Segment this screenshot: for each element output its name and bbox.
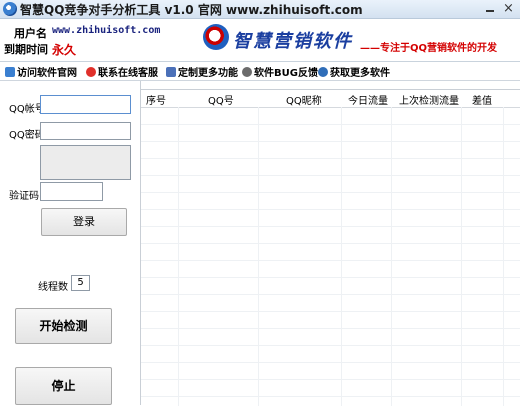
left-panel: QQ帐号 QQ密码 验证码 登录 线程数 5 开始检测 停止	[0, 81, 141, 405]
customize-icon	[166, 66, 176, 77]
grid-divider	[141, 209, 520, 210]
grid-divider	[141, 396, 520, 397]
toolbar-more-software[interactable]: 获取更多软件	[318, 64, 390, 79]
column-header[interactable]: 上次检测流量	[399, 92, 459, 107]
minimize-button[interactable]	[482, 2, 498, 16]
qq-account-input[interactable]	[40, 95, 131, 114]
toolbar-online-support[interactable]: 联系在线客服	[86, 64, 158, 79]
close-button[interactable]: ×	[500, 1, 517, 16]
logo-text: 智慧营销软件	[233, 31, 353, 52]
toolbar: 访问软件官网 联系在线客服 定制更多功能 软件BUG反馈 获取更多软件	[0, 62, 520, 81]
column-header[interactable]: 序号	[146, 92, 166, 107]
support-icon	[86, 66, 96, 77]
grid-divider	[141, 328, 520, 329]
grid-divider	[141, 311, 520, 312]
qq-password-input[interactable]	[40, 122, 131, 140]
tagline: ——专注于QQ营销软件的开发	[360, 43, 498, 54]
table-header: 序号 QQ号 QQ昵称 今日流量 上次检测流量 差值	[141, 90, 520, 108]
user-value: www.zhihuisoft.com	[52, 25, 161, 36]
bug-icon	[242, 66, 252, 77]
toolbar-item-label: 联系在线客服	[98, 68, 158, 79]
download-icon	[318, 66, 328, 77]
logo-icon	[203, 24, 229, 50]
user-label: 用户名	[14, 27, 47, 40]
grid-divider	[141, 175, 520, 176]
grid-divider	[141, 192, 520, 193]
toolbar-bug-report[interactable]: 软件BUG反馈	[242, 64, 318, 79]
toolbar-item-label: 软件BUG反馈	[254, 68, 318, 79]
expire-value: 永久	[52, 43, 77, 57]
captcha-input[interactable]	[40, 182, 103, 201]
start-detect-button[interactable]: 开始检测	[15, 308, 112, 344]
toolbar-item-label: 获取更多软件	[330, 68, 390, 79]
toolbar-visit-website[interactable]: 访问软件官网	[5, 64, 77, 79]
column-header[interactable]: QQ号	[208, 92, 234, 107]
expire-label: 到期时间	[4, 43, 48, 56]
grid-divider	[141, 345, 520, 346]
grid-divider	[141, 158, 520, 159]
grid-divider	[141, 226, 520, 227]
home-icon	[5, 66, 15, 77]
toolbar-customize[interactable]: 定制更多功能	[166, 64, 238, 79]
column-header[interactable]: QQ昵称	[286, 92, 322, 107]
grid-divider	[141, 277, 520, 278]
column-header[interactable]: 差值	[472, 92, 492, 107]
grid-divider	[141, 243, 520, 244]
grid-divider	[141, 260, 520, 261]
threads-input[interactable]: 5	[71, 275, 90, 291]
app-icon	[3, 2, 17, 16]
grid-divider	[141, 141, 520, 142]
grid-divider	[141, 124, 520, 125]
window-title: 智慧QQ竞争对手分析工具 v1.0 官网 www.zhihuisoft.com	[20, 3, 363, 17]
login-button[interactable]: 登录	[41, 208, 127, 236]
toolbar-item-label: 定制更多功能	[178, 68, 238, 79]
title-bar: 智慧QQ竞争对手分析工具 v1.0 官网 www.zhihuisoft.com …	[0, 0, 520, 19]
stop-button[interactable]: 停止	[15, 367, 112, 405]
toolbar-item-label: 访问软件官网	[17, 68, 77, 79]
grid-divider	[141, 294, 520, 295]
grid-divider	[141, 379, 520, 380]
column-header[interactable]: 今日流量	[348, 92, 388, 107]
captcha-label: 验证码	[9, 191, 39, 202]
captcha-image[interactable]	[40, 145, 131, 180]
header-banner: 用户名 www.zhihuisoft.com 到期时间 永久 智慧营销软件 ——…	[0, 19, 520, 62]
threads-label: 线程数	[38, 282, 68, 293]
results-table[interactable]: 序号 QQ号 QQ昵称 今日流量 上次检测流量 差值	[141, 89, 520, 406]
grid-divider	[141, 362, 520, 363]
